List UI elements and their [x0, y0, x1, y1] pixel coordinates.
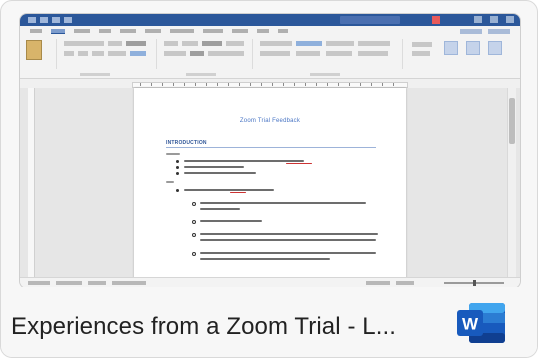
- ruler-tick: [228, 83, 229, 86]
- document-card[interactable]: Zoom Trial Feedback INTRODUCTION Experie…: [0, 0, 538, 358]
- tab-layout: [145, 29, 161, 33]
- ruler-tick: [239, 83, 240, 86]
- ruler-tick: [151, 83, 152, 86]
- ruler-tick: [294, 83, 295, 86]
- document-page: Zoom Trial Feedback INTRODUCTION: [134, 88, 406, 288]
- ruler-tick: [327, 83, 328, 86]
- ruler-tick: [250, 83, 251, 86]
- tab-view: [257, 29, 269, 33]
- vertical-ruler: [28, 88, 35, 278]
- ruler-tick: [217, 83, 218, 86]
- tab-review: [232, 29, 248, 33]
- share-comments: [460, 28, 510, 34]
- ruler-tick: [184, 83, 185, 86]
- tab-insert: [74, 29, 90, 33]
- ruler-tick: [173, 83, 174, 86]
- tab-file: [30, 29, 42, 33]
- ruler-tick: [162, 83, 163, 86]
- editor-icon: [466, 41, 480, 55]
- ruler-tick: [349, 83, 350, 86]
- tab-home: [51, 28, 65, 34]
- dictate-icon: [444, 41, 458, 55]
- ruler-tick: [316, 83, 317, 86]
- ruler-tick: [272, 83, 273, 86]
- avatar: [432, 16, 440, 24]
- ribbon-body: [20, 36, 520, 79]
- window-controls: [474, 16, 514, 23]
- ruler-tick: [206, 83, 207, 86]
- ruler-tick: [140, 83, 141, 86]
- ruler-tick: [338, 83, 339, 86]
- ruler-tick: [283, 83, 284, 86]
- ribbon-tabs: [20, 26, 520, 36]
- word-title-bar: [20, 14, 520, 26]
- vertical-scrollbar: [507, 88, 516, 278]
- tab-help: [278, 29, 288, 33]
- heading-rule: [166, 147, 376, 148]
- tab-draw: [99, 29, 111, 33]
- ruler-tick: [261, 83, 262, 86]
- ruler-tick: [371, 83, 372, 86]
- ruler-tick: [393, 83, 394, 86]
- word-icon-letter: W: [462, 315, 479, 334]
- tab-references: [170, 29, 194, 33]
- document-title: Zoom Trial Feedback: [239, 118, 301, 124]
- document-area: Zoom Trial Feedback INTRODUCTION: [20, 88, 520, 288]
- tab-mailings: [203, 29, 223, 33]
- designer-icon: [488, 41, 502, 55]
- file-name[interactable]: Experiences from a Zoom Trial - L...: [11, 313, 396, 341]
- card-footer: Experiences from a Zoom Trial - L... W: [1, 287, 537, 357]
- quick-access-toolbar: [28, 17, 72, 23]
- tab-design: [120, 29, 136, 33]
- ruler-tick: [195, 83, 196, 86]
- search-box: [340, 16, 400, 24]
- word-icon: W: [457, 303, 505, 343]
- ruler-tick: [305, 83, 306, 86]
- section-heading: INTRODUCTION: [166, 140, 207, 146]
- ruler-tick: [382, 83, 383, 86]
- ruler-tick: [360, 83, 361, 86]
- document-thumbnail[interactable]: Zoom Trial Feedback INTRODUCTION: [19, 13, 521, 289]
